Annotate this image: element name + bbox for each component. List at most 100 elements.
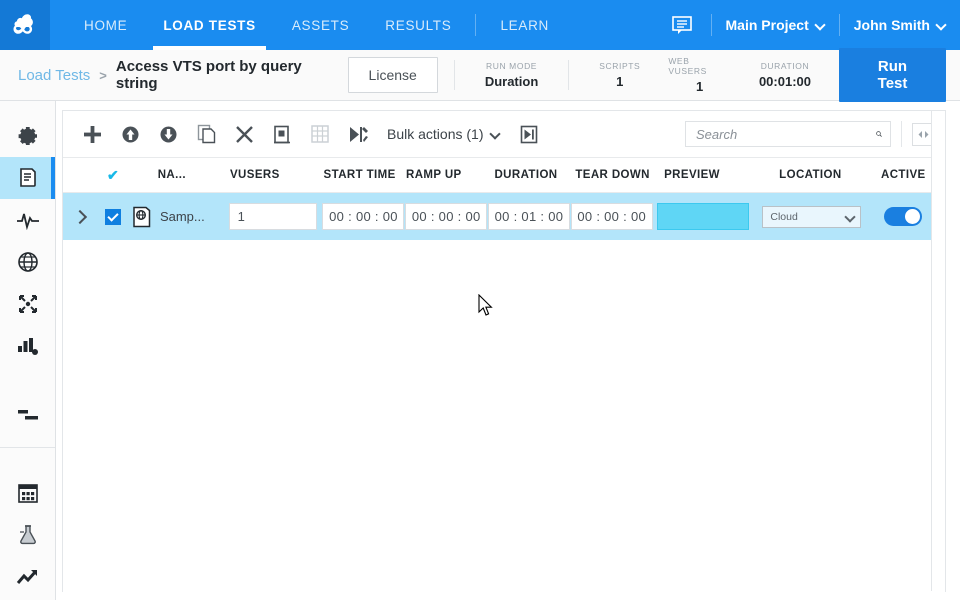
search-icon[interactable]: [876, 127, 882, 141]
th-ramp-up[interactable]: RAMP UP: [406, 169, 488, 181]
message-icon[interactable]: [671, 15, 693, 35]
sidebar-item-monitoring[interactable]: [0, 199, 55, 241]
license-button[interactable]: License: [348, 57, 438, 93]
bulk-actions-dropdown[interactable]: Bulk actions (1): [377, 126, 510, 142]
sidebar-item-schedule[interactable]: [0, 472, 55, 514]
script-document-icon: [17, 167, 39, 189]
sidebar-item-settings[interactable]: [0, 115, 55, 157]
chevron-down-icon: [491, 130, 500, 139]
nav-item-load-tests[interactable]: LOAD TESTS: [145, 0, 274, 50]
delete-script-button[interactable]: [225, 115, 263, 153]
duration-input[interactable]: 00 : 01 : 00: [488, 203, 570, 230]
nav-item-results[interactable]: RESULTS: [367, 0, 469, 50]
search-box[interactable]: [685, 121, 891, 147]
row-location-cell: Cloud: [750, 206, 861, 228]
trending-up-icon: [16, 567, 40, 587]
nav-label: ASSETS: [292, 18, 349, 33]
th-select-all[interactable]: ✔: [96, 167, 129, 184]
chevron-down-icon: [937, 21, 946, 30]
globe-icon: [17, 251, 39, 273]
script-name[interactable]: Samp...: [160, 209, 205, 224]
sidebar-divider: [0, 447, 55, 448]
location-value: Cloud: [770, 211, 797, 223]
row-expand-button[interactable]: [63, 212, 96, 222]
duplicate-script-button[interactable]: [187, 115, 225, 153]
nav-divider-3: [839, 14, 840, 36]
row-start-time-cell: 00 : 00 : 00: [322, 203, 405, 230]
search-input[interactable]: [694, 126, 876, 143]
th-tear-down[interactable]: TEAR DOWN: [571, 169, 654, 181]
sidebar-item-failure-criteria[interactable]: [0, 283, 55, 325]
stat-label: SCRIPTS: [599, 61, 640, 71]
chevron-right-icon: [73, 209, 87, 223]
active-toggle[interactable]: [884, 207, 922, 226]
th-label: VUSERS: [230, 169, 280, 181]
run-selected-button[interactable]: [510, 115, 548, 153]
preview-bar[interactable]: [657, 203, 749, 230]
stat-web-vusers: WEB VUSERS 1: [654, 56, 745, 94]
sidebar-spacer-a: [0, 367, 55, 381]
th-label: DURATION: [494, 169, 557, 181]
row-select-checkbox[interactable]: [96, 209, 129, 225]
bar-chart-target-icon: [16, 335, 40, 357]
th-location[interactable]: LOCATION: [751, 169, 861, 181]
document-icon: [273, 125, 291, 144]
row-tear-down-cell: 00 : 00 : 00: [571, 203, 654, 230]
sidebar-item-thresholds[interactable]: [0, 325, 55, 367]
th-label: RAMP UP: [406, 169, 462, 181]
table-header-row: ✔ NA... VUSERS START TIME RAMP UP DURATI…: [63, 158, 945, 193]
th-label: NA...: [158, 169, 186, 181]
nav-divider-2: [711, 14, 712, 36]
view-script-button[interactable]: [263, 115, 301, 153]
scripts-panel: Bulk actions (1): [62, 110, 946, 592]
play-wrench-icon: [348, 125, 369, 144]
ramp-up-input[interactable]: 00 : 00 : 00: [405, 203, 487, 230]
stat-duration: DURATION 00:01:00: [745, 61, 825, 89]
upload-script-button[interactable]: [111, 115, 149, 153]
th-name[interactable]: NA...: [130, 169, 230, 181]
vusers-input[interactable]: 1: [229, 203, 317, 230]
primary-nav: HOME LOAD TESTS ASSETS RESULTS LEARN: [50, 0, 567, 50]
nav-item-assets[interactable]: ASSETS: [274, 0, 367, 50]
toggle-knob: [905, 209, 920, 224]
project-name: Main Project: [726, 17, 809, 33]
page-title: Access VTS port by query string: [116, 58, 348, 92]
blazemeter-cloud-infinity-logo: [10, 11, 40, 39]
row-duration-cell: 00 : 01 : 00: [488, 203, 571, 230]
th-vusers[interactable]: VUSERS: [230, 169, 324, 181]
nav-label: HOME: [84, 18, 127, 33]
breadcrumb-parent-link[interactable]: Load Tests: [18, 67, 90, 84]
sidebar-item-load-tests[interactable]: [0, 157, 55, 199]
run-test-button[interactable]: Run Test: [839, 48, 946, 102]
nav-item-learn[interactable]: LEARN: [482, 0, 567, 50]
nav-label: RESULTS: [385, 18, 451, 33]
user-menu[interactable]: John Smith: [854, 17, 946, 33]
plus-icon: [83, 125, 102, 144]
table-row[interactable]: Samp... 1 00 : 00 : 00 00 : 00 : 00 00 :…: [63, 193, 945, 240]
sidebar-item-trends[interactable]: [0, 556, 55, 598]
download-script-button[interactable]: [149, 115, 187, 153]
project-selector[interactable]: Main Project: [726, 17, 825, 33]
sidebar-item-experiments[interactable]: [0, 514, 55, 556]
tear-down-input[interactable]: 00 : 00 : 00: [571, 203, 653, 230]
start-time-input[interactable]: 00 : 00 : 00: [322, 203, 404, 230]
sidebar-item-timeline[interactable]: [0, 395, 55, 437]
stat-label: DURATION: [761, 61, 810, 71]
breadcrumb: Load Tests > Access VTS port by query st…: [0, 58, 348, 92]
nav-item-home[interactable]: HOME: [66, 0, 145, 50]
chevron-down-icon: [846, 213, 853, 220]
check-icon: ✔: [107, 167, 119, 184]
location-select[interactable]: Cloud: [762, 206, 861, 228]
boxed-play-icon: [520, 125, 538, 144]
test-subheader: Load Tests > Access VTS port by query st…: [0, 50, 960, 101]
stat-label: RUN MODE: [486, 61, 537, 71]
cloud-upload-icon: [121, 125, 140, 144]
th-duration[interactable]: DURATION: [488, 169, 571, 181]
globe-script-icon: [132, 206, 152, 228]
add-script-button[interactable]: [73, 115, 111, 153]
app-logo[interactable]: [0, 0, 50, 50]
sidebar-top-spacer: [0, 101, 55, 115]
sidebar-item-network[interactable]: [0, 241, 55, 283]
debug-run-button[interactable]: [339, 115, 377, 153]
th-start-time[interactable]: START TIME: [324, 169, 406, 181]
